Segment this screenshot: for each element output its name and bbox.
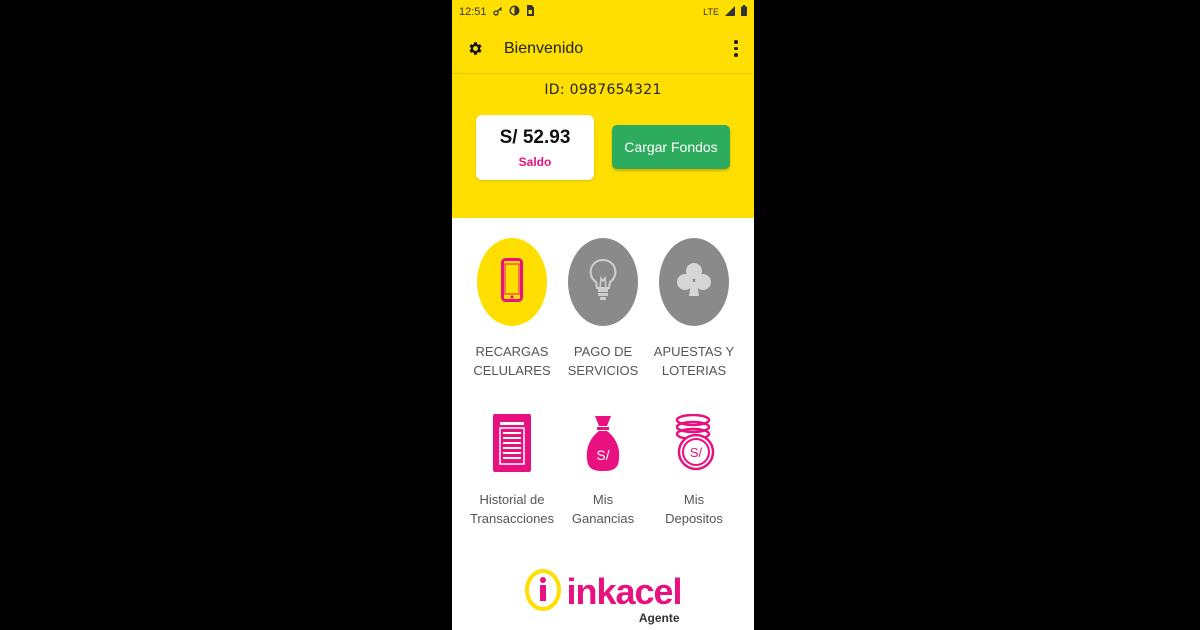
- menu-tile-servicios[interactable]: PAGO DE SERVICIOS: [553, 238, 653, 380]
- data-saver-icon: [509, 5, 520, 19]
- receipt-icon: [493, 412, 531, 474]
- logo-word: inkacel: [566, 571, 682, 612]
- status-time: 12:51: [459, 6, 487, 18]
- signal-icon: [725, 5, 735, 19]
- smartphone-icon: [501, 257, 523, 307]
- balance-label: Saldo: [518, 154, 552, 169]
- status-left: 12:51: [459, 5, 534, 19]
- status-right: LTE: [703, 5, 747, 19]
- inkacel-logo: inkacel Agente: [452, 562, 754, 625]
- historial-label: Historial de Transacciones: [469, 492, 555, 526]
- ganancias-label: Mis Ganancias: [571, 492, 635, 526]
- menu-tile-historial[interactable]: Historial de Transacciones: [462, 406, 562, 528]
- menu-grid: RECARGAS CELULARES PAGO DE SERVICIOS APU…: [452, 218, 754, 606]
- network-type: LTE: [703, 7, 719, 17]
- menu-tile-depositos[interactable]: S/ Mis Depositos: [644, 406, 744, 528]
- recargas-label: RECARGAS CELULARES: [473, 344, 551, 378]
- account-header: ID: 0987654321 S/ 52.93 Saldo Cargar Fon…: [452, 74, 754, 218]
- menu-tile-apuestas[interactable]: APUESTAS Y LOTERIAS: [644, 238, 744, 380]
- money-bag-icon: S/: [585, 412, 621, 474]
- user-id-value: 0987654321: [569, 82, 662, 98]
- balance-card: S/ 52.93 Saldo: [476, 115, 594, 180]
- apuestas-circle: [659, 238, 729, 326]
- apuestas-label: APUESTAS Y LOTERIAS: [653, 344, 735, 378]
- coins-icon: S/: [672, 412, 716, 474]
- more-vert-icon[interactable]: [730, 38, 742, 60]
- logo-i-icon: [524, 568, 562, 616]
- logo-subtitle: Agente: [638, 610, 680, 625]
- recargas-circle: [477, 238, 547, 326]
- svg-text:S/: S/: [690, 445, 703, 460]
- sim-card-icon: [526, 5, 534, 19]
- user-id: ID: 0987654321: [452, 74, 754, 98]
- svg-text:S/: S/: [596, 447, 609, 463]
- app-bar: Bienvenido: [452, 24, 754, 74]
- servicios-label: PAGO DE SERVICIOS: [567, 344, 639, 378]
- menu-tile-ganancias[interactable]: S/ Mis Ganancias: [553, 406, 653, 528]
- balance-amount: S/ 52.93: [499, 126, 571, 148]
- club-icon: [674, 260, 714, 305]
- user-id-label: ID:: [544, 82, 565, 98]
- gear-icon[interactable]: [464, 38, 486, 60]
- vpn-key-icon: [492, 6, 503, 19]
- status-bar: 12:51 LTE: [452, 0, 754, 24]
- servicios-circle: [568, 238, 638, 326]
- phone-screen: 12:51 LTE Bienvenido ID: 0987654321 S/ 5…: [452, 0, 754, 630]
- app-title: Bienvenido: [504, 39, 584, 57]
- menu-tile-recargas[interactable]: RECARGAS CELULARES: [462, 238, 562, 380]
- battery-icon: [741, 5, 747, 19]
- lightbulb-icon: [589, 258, 617, 307]
- logo-inner: inkacel Agente: [524, 568, 683, 625]
- depositos-label: Mis Depositos: [665, 492, 723, 526]
- load-funds-button[interactable]: Cargar Fondos: [612, 125, 730, 169]
